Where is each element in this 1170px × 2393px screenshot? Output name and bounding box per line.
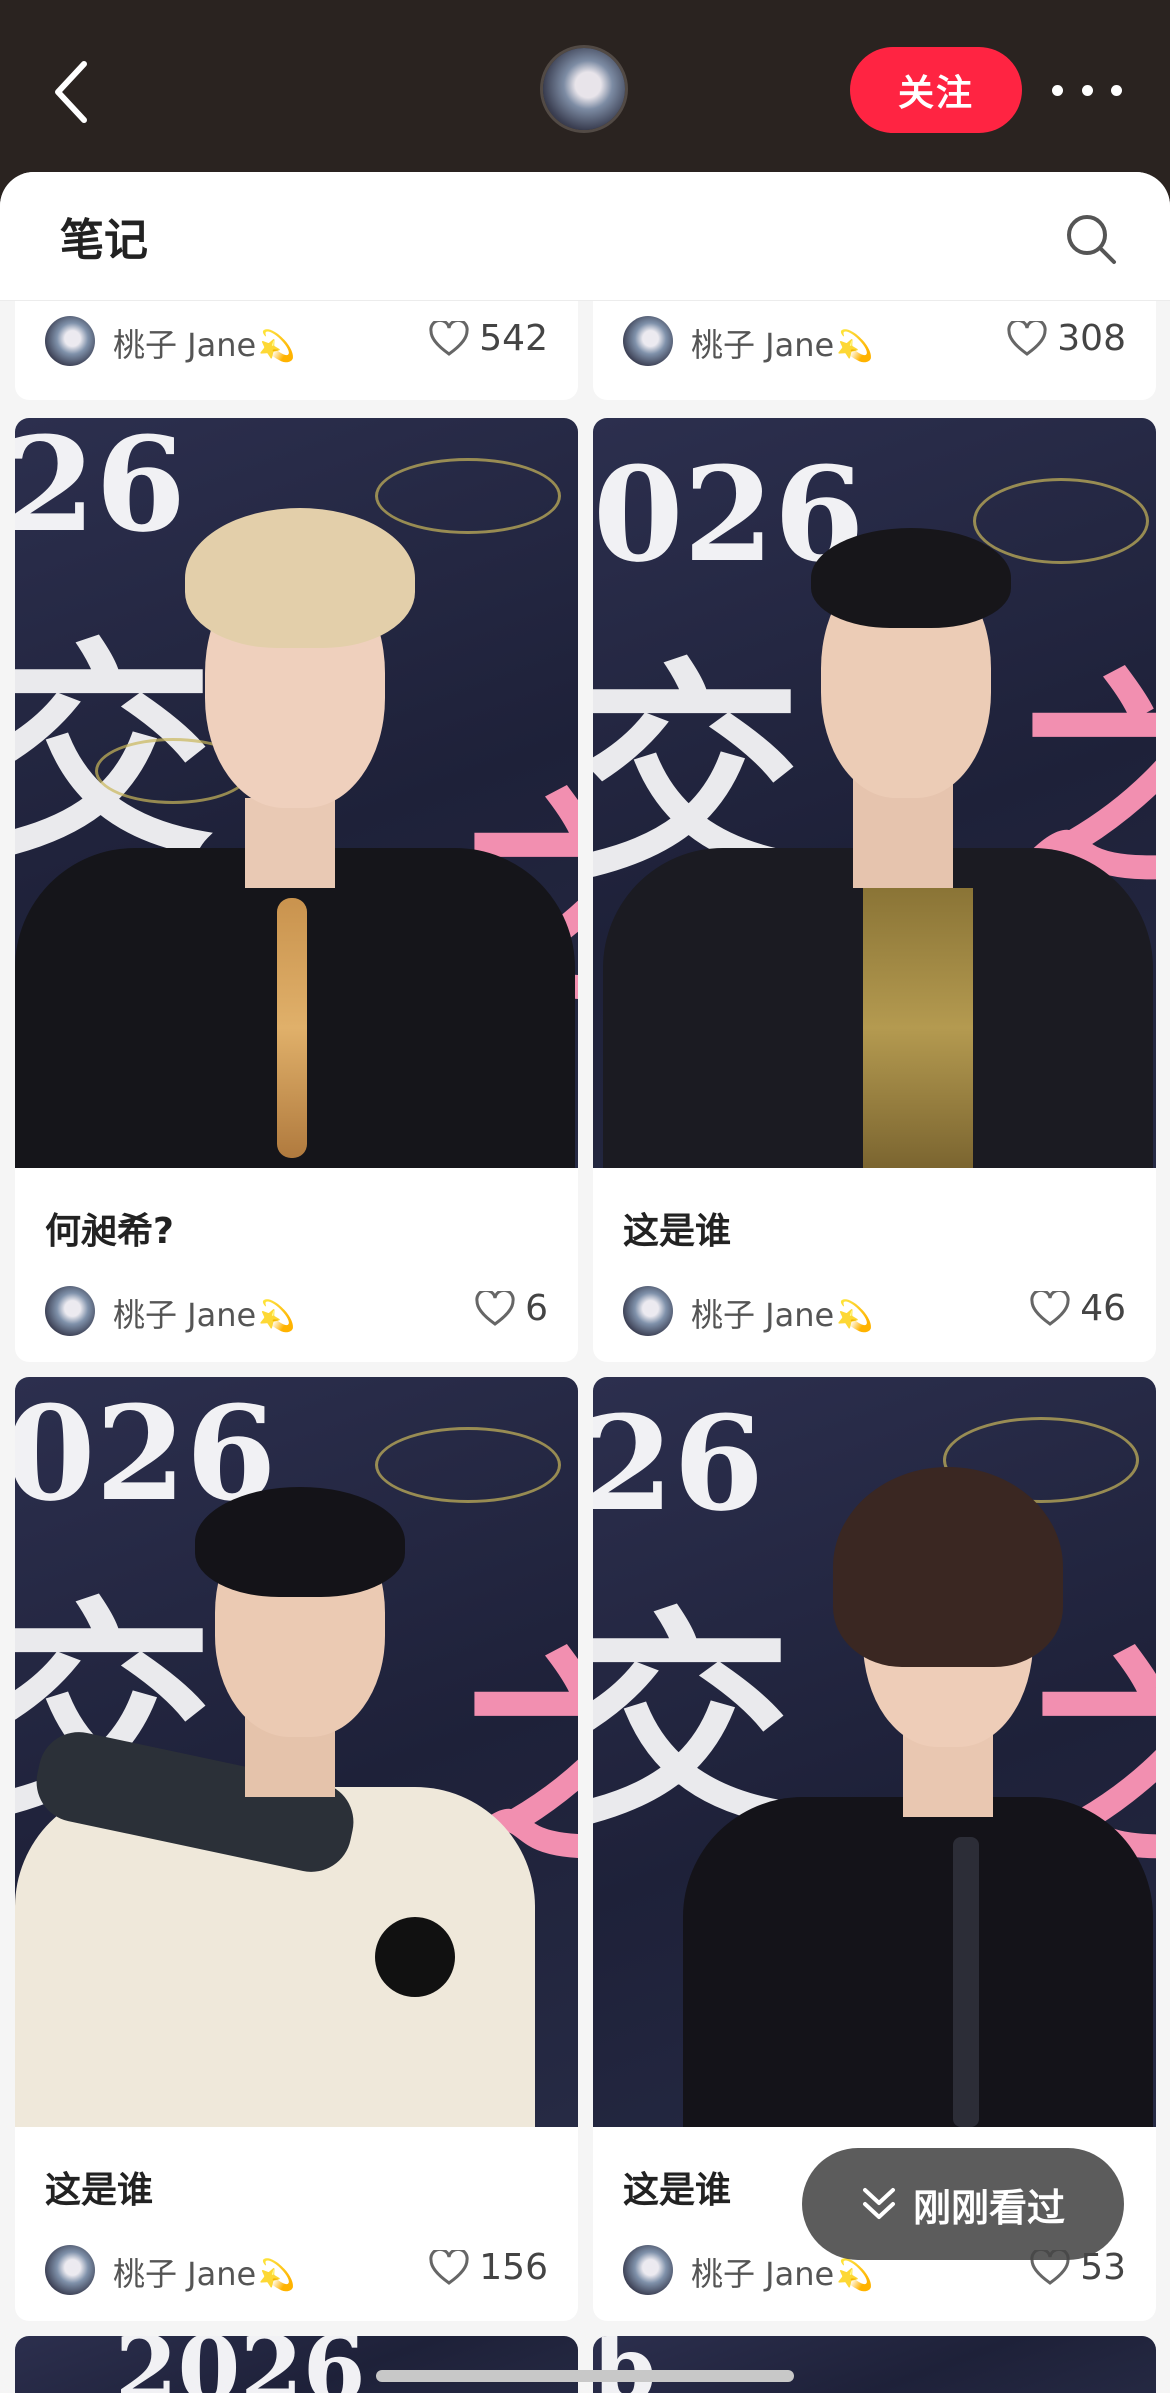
author-name: 桃子 Jane💫 [691,1296,874,1334]
top-bar: 关注 [0,0,1170,200]
home-indicator[interactable] [376,2370,794,2382]
like-count[interactable]: 542 [429,318,548,359]
panel-header: 笔记 [0,172,1170,301]
note-meta: 桃子 Jane💫 6 [45,1280,548,1340]
back-button[interactable] [52,58,92,126]
note-meta: 桃子 Jane💫 46 [623,1280,1126,1340]
note-cover-image: 26 交 之 [593,1377,1156,2127]
note-card[interactable]: 026 交 之 这是谁 桃子 Jane💫 156 [15,1377,578,2321]
heart-icon [429,320,469,356]
like-count[interactable]: 6 [475,1288,548,1329]
follow-button[interactable]: 关注 [850,47,1022,133]
note-meta: 桃子 Jane💫 542 [45,310,548,370]
author-avatar [45,1286,95,1336]
shooting-star-emoji: 💫 [258,1299,296,1334]
recently-viewed-button[interactable]: 刚刚看过 [802,2148,1124,2260]
note-cover-image: 026 交 之 [15,1377,578,2127]
note-meta: 桃子 Jane💫 308 [623,310,1126,370]
like-count[interactable]: 308 [1007,318,1126,359]
heart-icon [1007,320,1047,356]
panel-title: 笔记 [60,215,148,266]
shooting-star-emoji: 💫 [258,2258,296,2293]
heart-icon [1030,1290,1070,1326]
author-name: 桃子 Jane💫 [691,326,874,364]
more-options-button[interactable] [1052,70,1122,110]
author-avatar [623,1286,673,1336]
note-cover-image: 26 交 之 [15,418,578,1168]
like-count[interactable]: 46 [1030,1288,1126,1329]
like-count[interactable]: 156 [429,2247,548,2288]
author-avatar [623,2245,673,2295]
note-cover-image: 026 交 之 [593,418,1156,1168]
note-card[interactable]: 026 交 之 这是谁 桃子 Jane💫 46 [593,418,1156,1362]
note-cover-image: b [593,2336,1156,2393]
profile-avatar[interactable] [543,48,625,130]
heart-icon [429,2249,469,2285]
author-name: 桃子 Jane💫 [113,326,296,364]
note-cover-image: 2026 [15,2336,578,2393]
author-avatar [623,316,673,366]
heart-icon [475,1290,515,1326]
note-title: 这是谁 [623,1211,732,1252]
shooting-star-emoji: 💫 [836,2258,874,2293]
note-meta: 桃子 Jane💫 156 [45,2239,548,2299]
notes-panel: 笔记 桃子 Jane💫 542 桃子 Jane💫 308 26 交 何昶希? 桃… [0,172,1170,2393]
recently-viewed-label: 刚刚看过 [912,2185,1065,2230]
author-name: 桃子 Jane💫 [113,1296,296,1334]
note-title: 这是谁 [623,2170,732,2211]
author-name: 桃子 Jane💫 [113,2255,296,2293]
note-card[interactable]: 26 交 之 何昶希? 桃子 Jane💫 6 [15,418,578,1362]
note-card[interactable]: 2026 [15,2336,578,2393]
shooting-star-emoji: 💫 [258,329,296,364]
author-avatar [45,2245,95,2295]
chevron-double-down-icon [862,2188,895,2219]
more-dots-icon [1052,84,1063,96]
note-title: 这是谁 [45,2170,154,2211]
back-arrow-icon [55,61,87,123]
note-title: 何昶希? [45,1211,174,1252]
shooting-star-emoji: 💫 [836,329,874,364]
author-avatar [45,316,95,366]
note-card[interactable]: b [593,2336,1156,2393]
search-icon[interactable] [1064,212,1118,266]
shooting-star-emoji: 💫 [836,1299,874,1334]
